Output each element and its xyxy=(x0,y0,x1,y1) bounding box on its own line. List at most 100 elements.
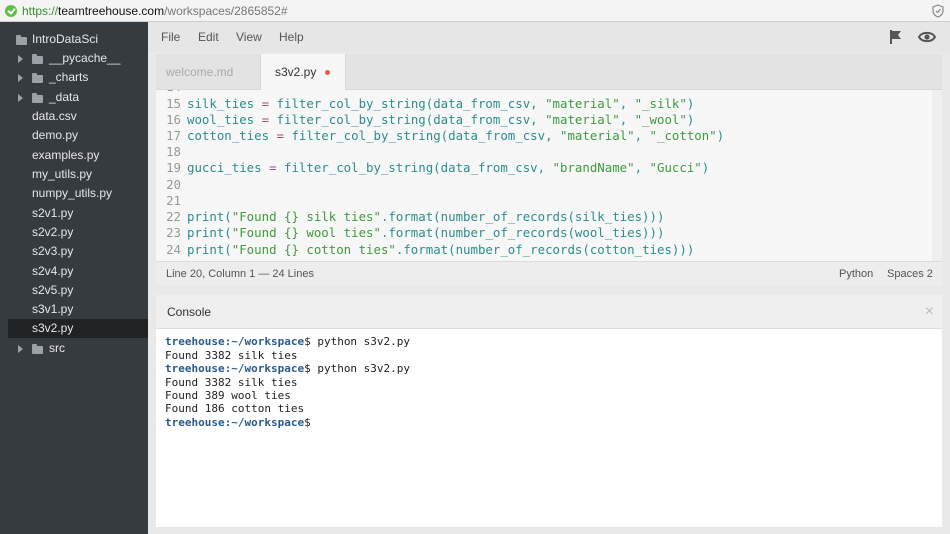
sidebar-item-label: s3v2.py xyxy=(32,321,74,335)
sidebar-item-label: my_utils.py xyxy=(32,167,93,181)
sidebar-item-s2v2-py[interactable]: s2v2.py xyxy=(0,223,148,242)
folder-icon xyxy=(16,35,27,45)
editor-scrollbar[interactable] xyxy=(932,90,942,261)
line-number: 15 xyxy=(166,96,181,111)
folder-icon xyxy=(32,73,43,83)
sidebar-item-label: demo.py xyxy=(32,128,79,142)
workspace-main: File Edit View Help welcome.md s3v2.py 1… xyxy=(148,22,950,534)
console-title: Console xyxy=(167,305,212,319)
chevron-right-icon[interactable] xyxy=(18,94,23,102)
sidebar-item-label: numpy_utils.py xyxy=(32,186,113,200)
console-text: Found 389 wool ties xyxy=(165,389,291,402)
console-text: Found 3382 silk ties xyxy=(165,376,298,389)
sidebar-item-label: s2v5.py xyxy=(32,283,74,297)
sidebar-item-s3v1-py[interactable]: s3v1.py xyxy=(0,300,148,319)
close-icon[interactable]: × xyxy=(925,303,934,321)
chevron-right-icon[interactable] xyxy=(18,345,23,353)
sidebar-item-label: s2v2.py xyxy=(32,225,74,239)
sidebar-item-label: _charts xyxy=(49,70,89,84)
sidebar-item-data[interactable]: _data xyxy=(0,88,148,107)
editor-tabs: welcome.md s3v2.py xyxy=(156,54,942,90)
sidebar-item-label: s2v3.py xyxy=(32,244,74,258)
shell-prompt: treehouse:~/workspace xyxy=(165,335,305,348)
sidebar-item-data-csv[interactable]: data.csv xyxy=(0,107,148,126)
console-line: treehouse:~/workspace$ python s3v2.py xyxy=(165,335,410,348)
sidebar-item-label: s2v4.py xyxy=(32,264,74,278)
sidebar-item-examples-py[interactable]: examples.py xyxy=(0,146,148,165)
console-text: $ xyxy=(304,416,311,429)
sidebar-item-label: _data xyxy=(49,90,80,104)
tab-label: s3v2.py xyxy=(275,65,317,79)
line-number: 16 xyxy=(166,112,181,127)
code-line[interactable]: print("Found {} silk ties".format(number… xyxy=(187,209,664,225)
menu-file[interactable]: File xyxy=(161,30,180,44)
sidebar-item-demo-py[interactable]: demo.py xyxy=(0,126,148,145)
preview-eye-icon[interactable] xyxy=(918,30,936,44)
console-line: treehouse:~/workspace$ xyxy=(165,416,311,429)
sidebar-item-label: IntroDataSci xyxy=(32,32,99,46)
cursor-position: Line 20, Column 1 — 24 Lines xyxy=(166,268,314,280)
sidebar-item-src[interactable]: src xyxy=(0,339,148,358)
shell-prompt: treehouse:~/workspace xyxy=(165,362,305,375)
sidebar-item-numpy-utils-py[interactable]: numpy_utils.py xyxy=(0,184,148,203)
indent-setting[interactable]: Spaces 2 xyxy=(887,268,933,280)
sidebar-item-label: data.csv xyxy=(32,109,77,123)
sidebar-item-s2v1-py[interactable]: s2v1.py xyxy=(0,204,148,223)
browser-address-bar[interactable]: https://teamtreehouse.com/workspaces/286… xyxy=(0,0,950,22)
console-text: Found 186 cotton ties xyxy=(165,402,305,415)
console-line: Found 3382 silk ties xyxy=(165,349,297,362)
sidebar-item-label: __pycache__ xyxy=(49,51,121,65)
share-icon[interactable] xyxy=(889,29,903,45)
code-line[interactable]: print("Found {} cotton ties".format(numb… xyxy=(187,242,694,258)
sidebar-item-my-utils-py[interactable]: my_utils.py xyxy=(0,165,148,184)
code-line[interactable]: print("Found {} wool ties".format(number… xyxy=(187,225,664,241)
sidebar-item-s2v4-py[interactable]: s2v4.py xyxy=(0,262,148,281)
sidebar-item-s2v3-py[interactable]: s2v3.py xyxy=(0,242,148,261)
url-text[interactable]: https://teamtreehouse.com/workspaces/286… xyxy=(22,4,288,18)
secure-check-icon xyxy=(5,4,17,17)
line-number: 22 xyxy=(166,209,181,224)
editor-status-bar: Line 20, Column 1 — 24 Lines Python Spac… xyxy=(156,261,942,286)
tab-welcome-md[interactable]: welcome.md xyxy=(156,54,260,90)
line-number: 19 xyxy=(166,160,181,175)
menu-view[interactable]: View xyxy=(236,30,262,44)
code-line[interactable]: cotton_ties = filter_col_by_string(data_… xyxy=(187,128,724,144)
console-line: Found 186 cotton ties xyxy=(165,402,304,415)
unsaved-dot-icon xyxy=(325,70,330,75)
tab-s3v2-py[interactable]: s3v2.py xyxy=(260,54,346,90)
sidebar-item-pycache[interactable]: __pycache__ xyxy=(0,49,148,68)
folder-icon xyxy=(32,344,43,354)
console-panel[interactable]: Console × treehouse:~/workspace$ python … xyxy=(156,295,942,527)
console-text: $ python s3v2.py xyxy=(304,362,411,375)
shell-prompt: treehouse:~/workspace xyxy=(165,416,305,429)
sidebar-item-s3v2-py[interactable]: s3v2.py xyxy=(8,319,148,338)
console-text: $ python s3v2.py xyxy=(304,335,411,348)
menu-bar: File Edit View Help xyxy=(148,22,950,52)
code-line[interactable]: gucci_ties = filter_col_by_string(data_f… xyxy=(187,160,709,176)
chevron-right-icon[interactable] xyxy=(18,55,23,63)
folder-icon xyxy=(32,54,43,64)
line-number: 23 xyxy=(166,225,181,240)
shield-icon[interactable] xyxy=(932,4,944,18)
chevron-right-icon[interactable] xyxy=(18,74,23,82)
language-mode[interactable]: Python xyxy=(839,268,873,280)
console-header: Console × xyxy=(156,295,942,329)
sidebar-item-introdatasci[interactable]: IntroDataSci xyxy=(0,30,148,49)
tab-label: welcome.md xyxy=(166,65,234,79)
menu-help[interactable]: Help xyxy=(279,30,304,44)
line-number: 20 xyxy=(166,177,181,192)
code-editor[interactable]: 1415 silk_ties = filter_col_by_string(dat… xyxy=(156,90,942,261)
sidebar-item-label: s2v1.py xyxy=(32,206,74,220)
sidebar-item-label: src xyxy=(49,341,65,355)
sidebar-item-s2v5-py[interactable]: s2v5.py xyxy=(0,281,148,300)
menu-edit[interactable]: Edit xyxy=(198,30,219,44)
code-line[interactable]: silk_ties = filter_col_by_string(data_fr… xyxy=(187,96,694,112)
sidebar-item-charts[interactable]: _charts xyxy=(0,68,148,87)
file-tree-sidebar: IntroDataSci __pycache__ _charts _data data.… xyxy=(0,22,148,534)
console-line: Found 389 wool ties xyxy=(165,389,291,402)
line-number: 18 xyxy=(166,144,181,159)
console-line: Found 3382 silk ties xyxy=(165,376,297,389)
code-line[interactable]: wool_ties = filter_col_by_string(data_fr… xyxy=(187,112,694,128)
folder-icon xyxy=(32,93,43,103)
line-number: 24 xyxy=(166,242,181,257)
